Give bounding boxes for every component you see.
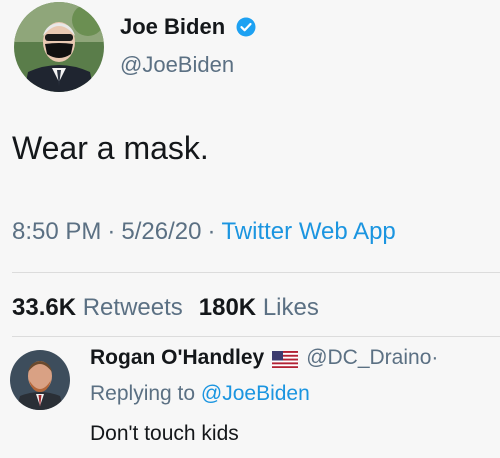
reply-text: Don't touch kids bbox=[90, 422, 239, 445]
replying-to-mention-link[interactable]: @JoeBiden bbox=[201, 382, 310, 405]
author-name[interactable]: Joe Biden bbox=[120, 14, 225, 40]
replying-to-label: Replying to bbox=[90, 382, 196, 405]
tweet-time[interactable]: 8:50 PM bbox=[12, 218, 101, 245]
retweets-label: Retweets bbox=[82, 294, 183, 321]
likes-stat[interactable]: 180K Likes bbox=[199, 294, 319, 321]
reply-author-handle[interactable]: @DC_Draino bbox=[306, 346, 431, 369]
verified-badge-icon bbox=[236, 17, 256, 37]
reply-author-avatar[interactable] bbox=[10, 350, 70, 410]
likes-count: 180K bbox=[198, 294, 257, 321]
author-line: Joe Biden bbox=[120, 14, 256, 40]
meta-separator: · bbox=[431, 346, 439, 369]
reply-avatar-image bbox=[10, 350, 70, 410]
author-handle[interactable]: @JoeBiden bbox=[120, 52, 234, 78]
retweets-stat[interactable]: 33.6K Retweets bbox=[12, 294, 183, 321]
reply-header: Rogan O'Handley @DC_Draino· bbox=[90, 346, 438, 370]
tweet-source-link[interactable]: Twitter Web App bbox=[221, 218, 395, 245]
tweet-meta: 8:50 PM · 5/26/20 · Twitter Web App bbox=[12, 218, 396, 246]
tweet-text: Wear a mask. bbox=[12, 130, 209, 166]
divider bbox=[12, 272, 500, 273]
us-flag-icon bbox=[272, 350, 299, 368]
divider bbox=[12, 336, 500, 337]
retweets-count: 33.6K bbox=[12, 294, 77, 321]
reply-author-name[interactable]: Rogan O'Handley bbox=[90, 346, 264, 369]
replying-to-line: Replying to @JoeBiden bbox=[90, 382, 310, 406]
tweet-card: Joe Biden @JoeBiden Wear a mask. 8:50 PM… bbox=[0, 0, 500, 458]
author-avatar[interactable] bbox=[14, 2, 104, 92]
tweet-stats: 33.6K Retweets 180K Likes bbox=[12, 294, 319, 322]
meta-separator: · bbox=[107, 218, 116, 245]
meta-separator: · bbox=[207, 218, 216, 245]
likes-label: Likes bbox=[262, 294, 319, 321]
author-avatar-image bbox=[14, 2, 104, 92]
tweet-date[interactable]: 5/26/20 bbox=[121, 218, 201, 245]
